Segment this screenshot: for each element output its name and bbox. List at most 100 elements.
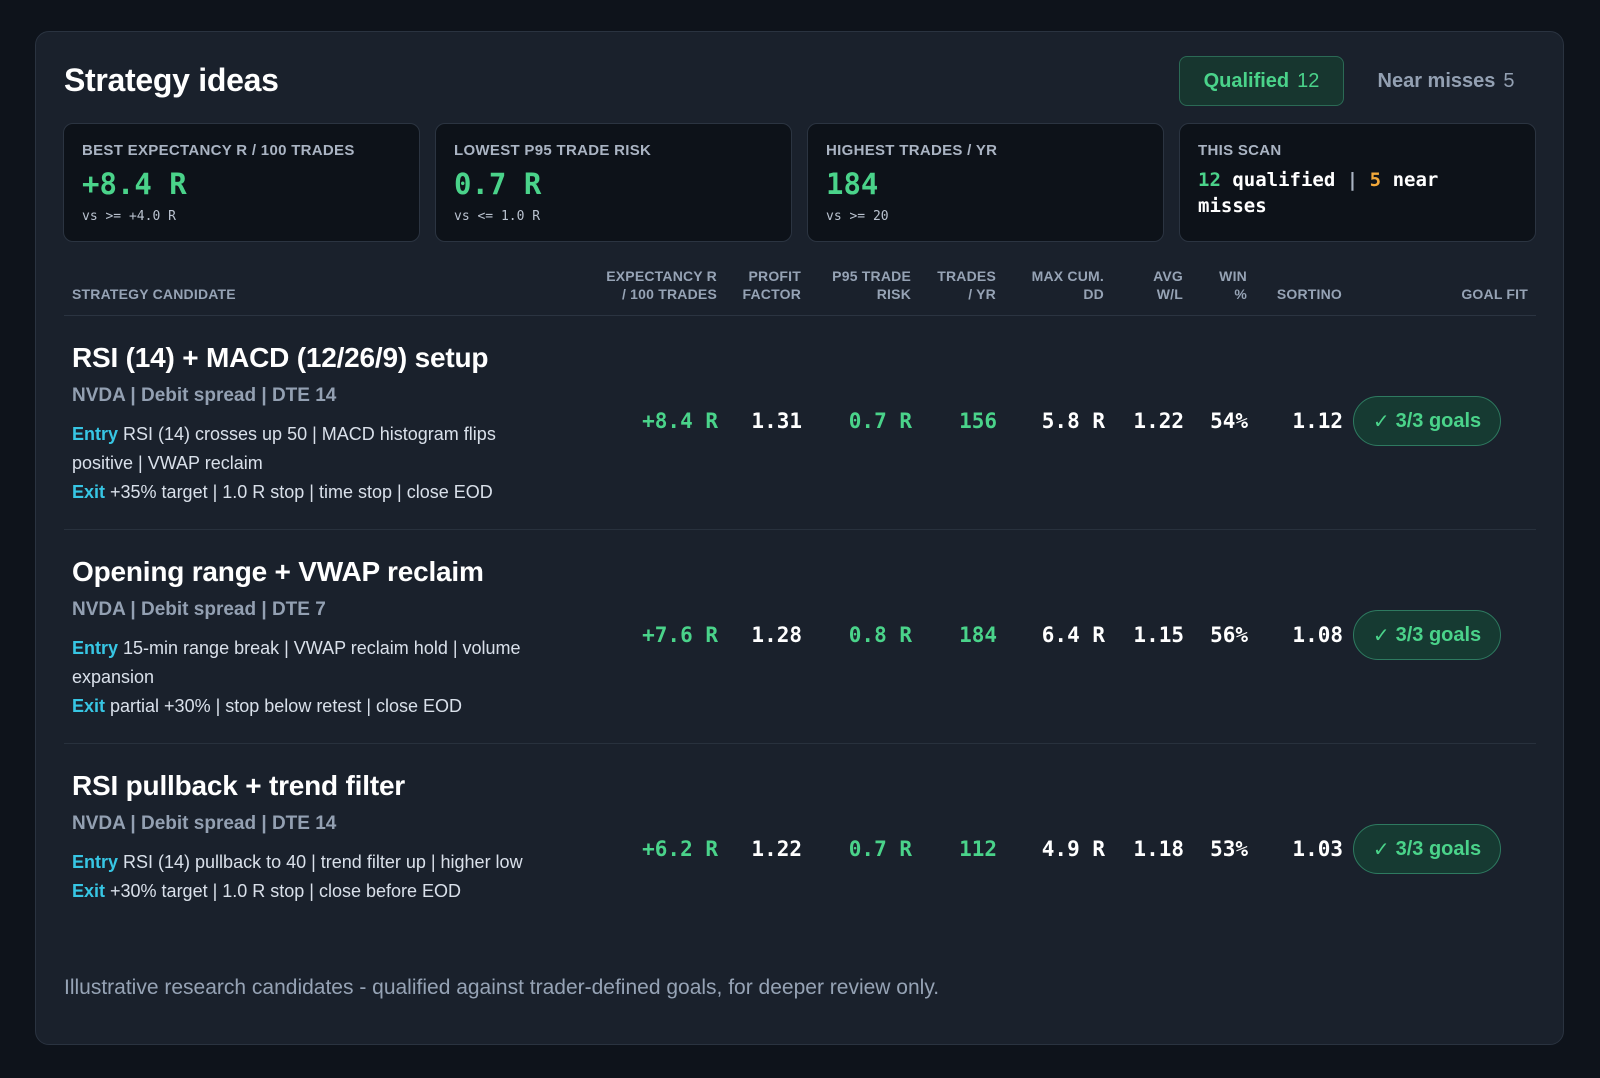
goal-fit-label: 3/3 goals	[1395, 409, 1482, 432]
strategy-rules: Entry RSI (14) crosses up 50 | MACD histo…	[72, 420, 542, 507]
goal-fit-badge[interactable]: ✓ 3/3 goals	[1353, 610, 1501, 660]
exit-label: Exit	[72, 696, 106, 716]
goal-fit-badge[interactable]: ✓ 3/3 goals	[1353, 824, 1501, 874]
entry-label: Entry	[72, 638, 119, 658]
stat-card-best-expectancy: BEST EXPECTANCY R / 100 TRADES +8.4 R vs…	[63, 123, 420, 242]
header-line: RISK	[876, 286, 911, 302]
cell-profit-factor: 1.22	[751, 837, 802, 861]
header-line: P95 TRADE	[832, 268, 911, 284]
entry-rule: Entry RSI (14) pullback to 40 | trend fil…	[72, 848, 542, 877]
column-header-goal-fit: GOAL FIT	[1461, 286, 1528, 302]
cell-p95-risk: 0.7 R	[848, 409, 912, 433]
column-header-win-pct: WIN %	[1219, 267, 1247, 303]
entry-label: Entry	[72, 852, 119, 872]
column-header-trades-yr: TRADES / YR	[937, 267, 996, 303]
entry-text: RSI (14) crosses up 50 | MACD histogram …	[72, 424, 496, 473]
check-icon: ✓	[1372, 410, 1390, 433]
strategy-meta: NVDA | Debit spread | DTE 7	[72, 599, 326, 620]
cell-p95-risk: 0.7 R	[848, 837, 912, 861]
scan-summary: 12 qualified | 5 near misses	[1198, 167, 1517, 219]
stat-label: HIGHEST TRADES / YR	[826, 142, 998, 159]
entry-text: 15-min range break | VWAP reclaim hold |…	[72, 638, 521, 687]
check-icon: ✓	[1372, 838, 1390, 861]
tab-near-misses[interactable]: Near misses 5	[1361, 56, 1531, 106]
scan-near-count: 5	[1369, 169, 1382, 191]
strategy-rules: Entry RSI (14) pullback to 40 | trend fil…	[72, 848, 542, 906]
strategy-name: RSI (14) + MACD (12/26/9) setup	[72, 342, 489, 373]
tab-label: Near misses	[1377, 69, 1496, 92]
goal-fit-label: 3/3 goals	[1395, 623, 1482, 646]
strategy-meta: NVDA | Debit spread | DTE 14	[72, 813, 337, 834]
stat-card-this-scan: THIS SCAN 12 qualified | 5 near misses	[1179, 123, 1536, 242]
header-line: %	[1234, 286, 1247, 302]
tab-label: Qualified	[1203, 69, 1290, 92]
page-title: Strategy ideas	[64, 62, 279, 98]
header-line: / YR	[968, 286, 996, 302]
cell-avg-wl: 1.18	[1133, 837, 1184, 861]
cell-win-pct: 56%	[1210, 623, 1248, 647]
footer-note: Illustrative research candidates - quali…	[64, 976, 940, 999]
cell-expectancy: +8.4 R	[642, 409, 718, 433]
scan-qualified-count: 12	[1198, 169, 1221, 191]
exit-text: +30% target | 1.0 R stop | close before …	[110, 881, 462, 901]
stat-threshold: vs >= 20	[826, 209, 889, 224]
stat-value: +8.4 R	[82, 167, 187, 201]
exit-text: partial +30% | stop below retest | close…	[110, 696, 463, 716]
header-line: W/L	[1156, 286, 1183, 302]
strategy-panel: Strategy ideas Qualified 12 Near misses …	[35, 31, 1564, 1045]
header-line: AVG	[1153, 268, 1183, 284]
scan-separator: |	[1346, 169, 1359, 191]
stat-value: 184	[826, 167, 879, 201]
cell-sortino: 1.08	[1292, 623, 1343, 647]
column-header-expectancy: EXPECTANCY R / 100 TRADES	[606, 267, 717, 303]
stat-card-highest-trades: HIGHEST TRADES / YR 184 vs >= 20	[807, 123, 1164, 242]
strategy-name: RSI pullback + trend filter	[72, 770, 406, 801]
tab-count: 12	[1297, 69, 1320, 92]
tab-qualified[interactable]: Qualified 12	[1179, 56, 1344, 106]
cell-profit-factor: 1.31	[751, 409, 802, 433]
exit-label: Exit	[72, 482, 106, 502]
header-line: PROFIT	[748, 268, 801, 284]
cell-sortino: 1.12	[1292, 409, 1343, 433]
cell-trades-yr: 112	[959, 837, 997, 861]
cell-trades-yr: 156	[959, 409, 997, 433]
check-icon: ✓	[1372, 624, 1390, 647]
entry-text: RSI (14) pullback to 40 | trend filter u…	[123, 852, 523, 872]
cell-win-pct: 53%	[1210, 837, 1248, 861]
column-header-sortino: SORTINO	[1276, 286, 1342, 302]
exit-label: Exit	[72, 881, 106, 901]
exit-rule: Exit +30% target | 1.0 R stop | close bef…	[72, 877, 542, 906]
exit-text: +35% target | 1.0 R stop | time stop | c…	[110, 482, 493, 502]
strategy-rules: Entry 15-min range break | VWAP reclaim h…	[72, 634, 542, 721]
cell-trades-yr: 184	[959, 623, 997, 647]
table-row[interactable]: Opening range + VWAP reclaim NVDA | Debi…	[64, 530, 1536, 744]
table-row[interactable]: RSI pullback + trend filter NVDA | Debit…	[64, 744, 1536, 944]
header-line: TRADES	[937, 268, 996, 284]
stat-label: BEST EXPECTANCY R / 100 TRADES	[82, 142, 355, 159]
cell-avg-wl: 1.22	[1133, 409, 1184, 433]
cell-expectancy: +6.2 R	[642, 837, 718, 861]
column-header-profit-factor: PROFIT FACTOR	[743, 267, 802, 303]
cell-max-dd: 5.8 R	[1041, 409, 1105, 433]
entry-rule: Entry RSI (14) crosses up 50 | MACD histo…	[72, 420, 542, 478]
stat-card-lowest-p95-risk: LOWEST P95 TRADE RISK 0.7 R vs <= 1.0 R	[435, 123, 792, 242]
cell-win-pct: 54%	[1210, 409, 1248, 433]
scan-qualified-word: qualified	[1232, 169, 1336, 191]
table-row[interactable]: RSI (14) + MACD (12/26/9) setup NVDA | D…	[64, 316, 1536, 530]
entry-label: Entry	[72, 424, 119, 444]
header-line: EXPECTANCY R	[606, 268, 717, 284]
stat-label: THIS SCAN	[1198, 142, 1282, 159]
cell-profit-factor: 1.28	[751, 623, 802, 647]
cell-p95-risk: 0.8 R	[848, 623, 912, 647]
header-line: DD	[1083, 286, 1104, 302]
cell-max-dd: 6.4 R	[1041, 623, 1105, 647]
column-header-avg-wl: AVG W/L	[1153, 267, 1183, 303]
cell-sortino: 1.03	[1292, 837, 1343, 861]
goal-fit-badge[interactable]: ✓ 3/3 goals	[1353, 396, 1501, 446]
column-header-p95-risk: P95 TRADE RISK	[832, 267, 911, 303]
header-line: / 100 TRADES	[622, 286, 717, 302]
header-line: FACTOR	[742, 286, 801, 302]
exit-rule: Exit partial +30% | stop below retest | c…	[72, 692, 542, 721]
goal-fit-label: 3/3 goals	[1395, 837, 1482, 860]
column-header-max-dd: MAX CUM. DD	[1032, 267, 1104, 303]
